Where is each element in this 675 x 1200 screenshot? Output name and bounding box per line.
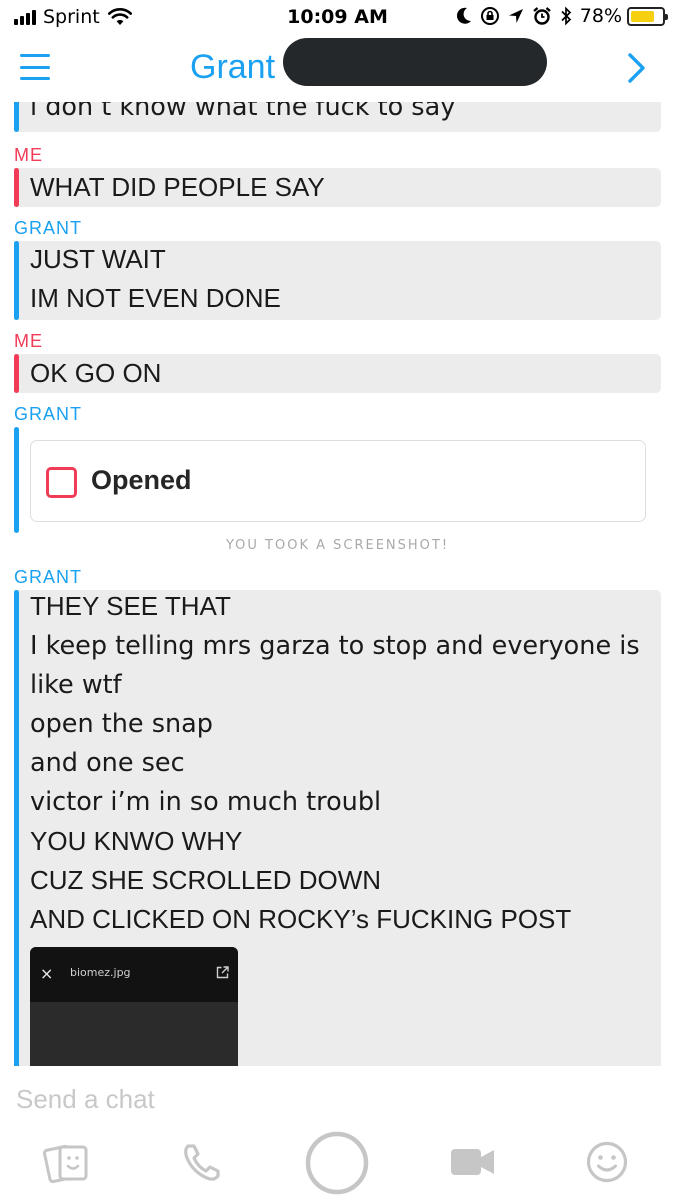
sender-label-grant: GRANT xyxy=(14,567,82,587)
close-icon: × xyxy=(40,964,54,983)
emoji-icon[interactable] xyxy=(584,1136,630,1188)
message-bubble: WHAT DID PEOPLE SAY xyxy=(14,168,661,207)
redaction-bar xyxy=(283,38,547,86)
message-text: I keep telling mrs garza to stop and eve… xyxy=(30,631,640,661)
message-text: IM NOT EVEN DONE xyxy=(30,283,281,313)
message-text: and one sec xyxy=(30,748,185,778)
contact-name[interactable]: Grant xyxy=(190,48,275,87)
screenshot-notice: YOU TOOK A SCREENSHOT! xyxy=(225,538,450,553)
snap-status: Opened xyxy=(91,465,192,495)
message-text: victor i’m in so much troubl xyxy=(30,787,382,817)
rotation-lock-icon xyxy=(480,6,500,26)
open-external-icon xyxy=(216,966,229,979)
message-bubble: i don’t know what the fuck to say xyxy=(14,102,661,132)
snap-opened-icon xyxy=(46,467,77,498)
sender-label-grant: GRANT xyxy=(14,218,82,238)
message-text: THEY SEE THAT xyxy=(30,591,231,621)
image-attachment[interactable]: × biomez.jpg xyxy=(30,947,238,1066)
stickers-icon[interactable] xyxy=(42,1136,92,1188)
battery-icon xyxy=(627,6,668,26)
alarm-icon xyxy=(532,6,552,26)
capture-button[interactable] xyxy=(304,1130,370,1196)
battery-level xyxy=(631,10,655,22)
message-text: YOU KNWO WHY xyxy=(30,826,243,856)
chat-thread[interactable]: i don’t know what the fuck to say ME WHA… xyxy=(0,102,675,1066)
chevron-right-icon[interactable] xyxy=(625,52,649,84)
message-text: CUZ SHE SCROLLED DOWN xyxy=(30,865,382,895)
battery-percent: 78% xyxy=(579,5,622,27)
message-text: JUST WAIT xyxy=(30,244,166,274)
phone-icon[interactable] xyxy=(178,1136,226,1188)
bluetooth-icon xyxy=(560,6,572,26)
snap-message: Opened xyxy=(14,427,661,533)
chat-input[interactable] xyxy=(16,1082,516,1116)
attachment-filename: biomez.jpg xyxy=(70,966,131,979)
message-bubble: THEY SEE THAT I keep telling mrs garza t… xyxy=(14,590,661,1066)
video-camera-icon[interactable] xyxy=(449,1136,497,1188)
sender-label-me: ME xyxy=(14,331,43,351)
sender-label-grant: GRANT xyxy=(14,404,82,424)
message-text: WHAT DID PEOPLE SAY xyxy=(30,172,325,202)
composer-bar xyxy=(0,1066,675,1200)
status-bar: Sprint 10:09 AM 78% xyxy=(0,0,675,36)
menu-icon[interactable] xyxy=(20,54,50,80)
message-bubble: OK GO ON xyxy=(14,354,661,393)
message-bubble: JUST WAIT IM NOT EVEN DONE xyxy=(14,241,661,320)
sender-label-me: ME xyxy=(14,145,43,165)
chat-header: Grant xyxy=(0,36,675,102)
message-text: open the snap xyxy=(30,709,213,739)
message-text: like wtf xyxy=(30,670,122,700)
message-text: AND CLICKED ON ROCKY’s FUCKING POST xyxy=(30,904,572,934)
snap-card[interactable]: Opened xyxy=(30,440,646,522)
message-text: i don’t know what the fuck to say xyxy=(30,102,456,122)
message-text: OK GO ON xyxy=(30,358,162,388)
moon-icon xyxy=(456,7,472,25)
location-icon xyxy=(508,8,524,24)
